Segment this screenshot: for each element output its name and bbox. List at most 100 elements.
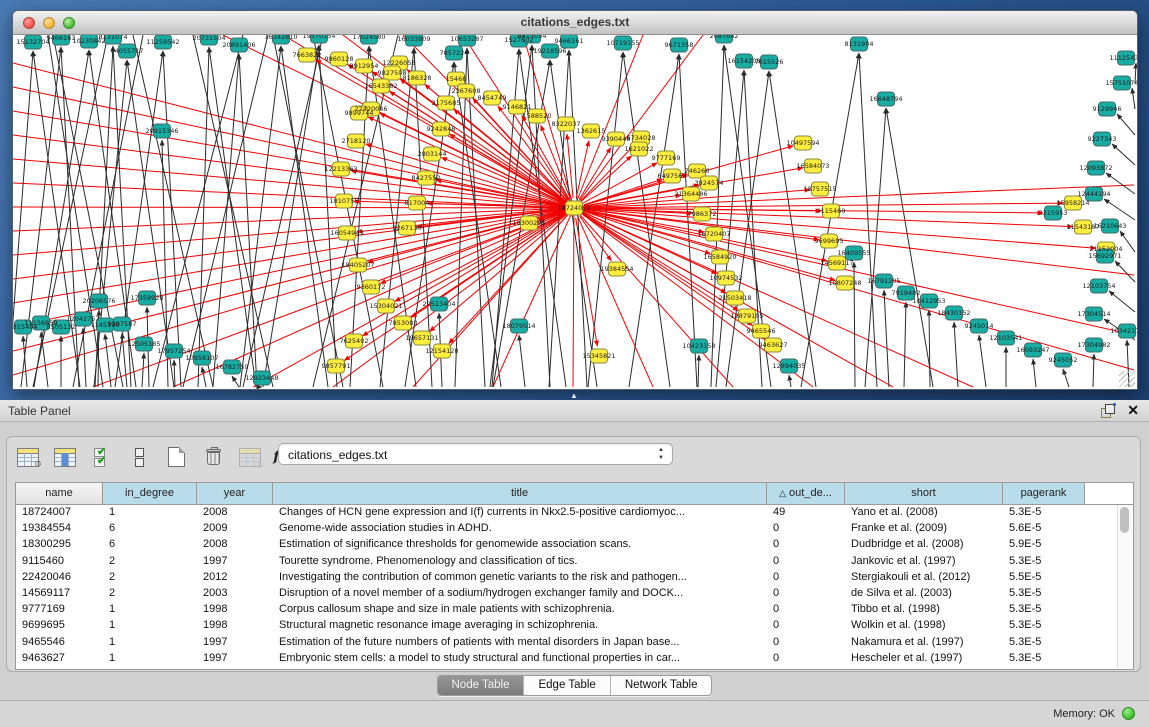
column-header-title[interactable]: title (273, 483, 767, 504)
network-node-label: 14569117 (820, 259, 853, 267)
table-source-select[interactable]: citations_edges.txt ▲▼ (278, 443, 673, 465)
network-node-label: 10974532 (709, 274, 742, 282)
network-node-label: 19218596 (533, 47, 566, 55)
cell-in_degree: 1 (103, 505, 197, 521)
combo-stepper-icon: ▲▼ (658, 446, 664, 462)
network-node-label: 6734028 (627, 134, 656, 142)
row-height-button[interactable] (126, 444, 152, 470)
table-row[interactable]: 946554611997Estimation of the future num… (16, 635, 1133, 651)
network-node-label: 15466 (446, 75, 467, 83)
cell-pagerank: 5.3E-5 (1003, 586, 1085, 602)
network-node-label: 17359928 (130, 294, 163, 302)
select-rows-button[interactable]: ✔✔ (89, 444, 115, 470)
network-node-label: 12894035 (772, 362, 805, 370)
cell-year: 1997 (197, 635, 273, 651)
show-columns-button[interactable] (52, 444, 78, 470)
cell-pagerank: 5.3E-5 (1003, 505, 1085, 521)
network-node-label: 1621022 (625, 145, 654, 153)
network-node-label: 8454749 (478, 94, 507, 102)
network-node-label: 10497594 (786, 139, 819, 147)
table-row[interactable]: 911546021997Tourette syndrome. Phenomeno… (16, 554, 1133, 570)
network-node-label: 16033809 (397, 35, 430, 43)
vertical-scrollbar[interactable] (1117, 505, 1132, 668)
column-header-year[interactable]: year (197, 483, 273, 504)
network-node-label: 16342810 (264, 35, 297, 41)
network-node-label: 1810755 (330, 197, 359, 205)
network-node-label: 17024580 (352, 35, 385, 41)
network-node-label: 18300295 (512, 219, 545, 227)
network-node-label: 15958214 (1056, 199, 1089, 207)
column-header-short[interactable]: short (845, 483, 1003, 504)
network-node-label: 9777169 (652, 154, 681, 162)
network-node-label: 10653287 (450, 35, 483, 43)
cell-name: 14569117 (16, 586, 103, 602)
cell-title: Embryonic stem cells: a model to study s… (273, 651, 767, 667)
network-window-titlebar[interactable]: citations_edges.txt (13, 11, 1137, 35)
cell-year: 2003 (197, 586, 273, 602)
cell-year: 2008 (197, 505, 273, 521)
cell-in_degree: 2 (103, 554, 197, 570)
table-row[interactable]: 946362711997Embryonic stem cells: a mode… (16, 651, 1133, 667)
network-node-label: 15132704 (16, 38, 49, 46)
memory-ok-dot-icon (1122, 707, 1135, 720)
network-node-label: 16648794 (869, 95, 902, 103)
delete-table-button[interactable]: ⓧ (237, 444, 263, 470)
network-node-label: 12226058 (382, 59, 415, 67)
table-settings-button[interactable]: ⚙ (15, 444, 41, 470)
table-row[interactable]: 1456911722003Disruption of a novel membe… (16, 586, 1133, 602)
cell-short: Jankovic et al. (1997) (845, 554, 1003, 570)
new-table-button[interactable] (163, 444, 189, 470)
network-node-label: 15304021 (369, 302, 402, 310)
float-panel-icon[interactable] (1101, 404, 1115, 418)
network-canvas[interactable]: 1872400715132704946616310230842813107414… (13, 35, 1137, 389)
scrollbar-thumb[interactable] (1120, 507, 1129, 533)
column-header-out_degree[interactable]: △out_de... (767, 483, 845, 504)
table-panel-body: ⚙ ✔✔ ⓧ f(x) citatio (0, 422, 1149, 700)
network-node-label: 2367608 (452, 87, 481, 95)
cell-pagerank: 5.6E-5 (1003, 521, 1085, 537)
tab-edge-table[interactable]: Edge Table (524, 676, 610, 695)
tab-node-table[interactable]: Node Table (438, 676, 525, 695)
table-row[interactable]: 1872400712008Changes of HCN gene express… (16, 505, 1133, 521)
resize-grip-icon[interactable] (1119, 371, 1135, 387)
node-table: namein_degreeyeartitle△out_de...shortpag… (15, 482, 1134, 670)
table-source-value: citations_edges.txt (288, 448, 387, 462)
column-header-in_degree[interactable]: in_degree (103, 483, 197, 504)
table-row[interactable]: 2242004622012Investigating the contribut… (16, 570, 1133, 586)
cell-title: Disruption of a novel member of a sodium… (273, 586, 767, 602)
network-node-label: 17304514 (1077, 310, 1110, 318)
cell-name: 22420046 (16, 570, 103, 586)
network-node-label: 7853083 (389, 319, 418, 327)
column-header-name[interactable]: name (16, 483, 103, 504)
network-node-label: 20206576 (82, 297, 115, 305)
tab-network-table[interactable]: Network Table (611, 676, 712, 695)
cell-short: Yano et al. (2008) (845, 505, 1003, 521)
cell-out_degree: 0 (767, 570, 845, 586)
table-row[interactable]: 1938455462009Genome-wide association stu… (16, 521, 1133, 537)
column-header-pagerank[interactable]: pagerank (1003, 483, 1085, 504)
network-node-label: 16720407 (697, 230, 730, 238)
network-node-label: 9466163 (47, 35, 76, 42)
network-node-label: 20731504 (192, 35, 225, 42)
network-node-label: 9671358 (665, 41, 694, 49)
network-graph[interactable]: 1872400715132704946616310230842813107414… (13, 35, 1137, 389)
table-row[interactable]: 1830029562008Estimation of significance … (16, 537, 1133, 553)
network-window-title: citations_edges.txt (13, 15, 1137, 29)
cell-in_degree: 2 (103, 570, 197, 586)
table-row[interactable]: 969969511998Structural magnetic resonanc… (16, 618, 1133, 634)
table-row[interactable]: 977716911998Corpus callosum shape and si… (16, 602, 1133, 618)
cell-out_degree: 0 (767, 537, 845, 553)
network-node-label: 8186328 (403, 74, 432, 82)
network-node-label: 12103754 (1082, 282, 1115, 290)
network-node-label: 1588520 (523, 112, 552, 120)
delete-button[interactable] (200, 444, 226, 470)
network-node-label: 3175685 (432, 99, 461, 107)
table-tabs-bar: Node TableEdge TableNetwork Table (0, 675, 1149, 695)
network-node-label: 7663822 (293, 51, 322, 59)
cell-out_degree: 0 (767, 554, 845, 570)
close-panel-icon[interactable]: ✕ (1127, 402, 1139, 419)
cell-out_degree: 0 (767, 586, 845, 602)
network-node-label: 9245052 (1049, 356, 1078, 364)
table-tabs: Node TableEdge TableNetwork Table (437, 675, 713, 696)
split-divider-handle[interactable]: ▲ (568, 392, 580, 399)
